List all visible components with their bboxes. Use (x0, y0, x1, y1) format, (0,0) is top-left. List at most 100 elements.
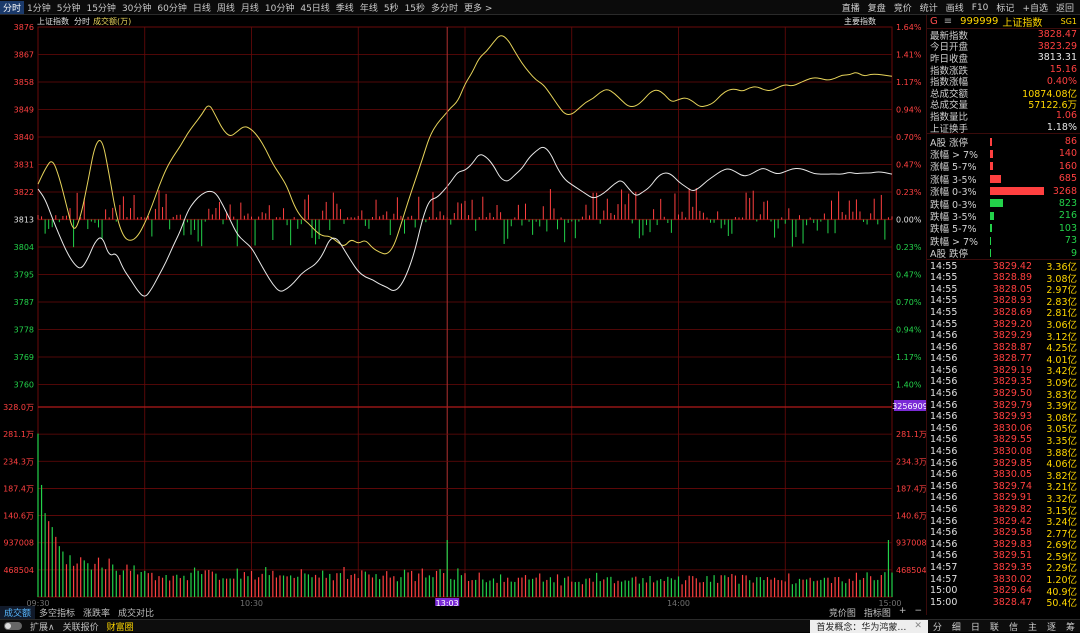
status-item-1[interactable]: 关联报价 (59, 620, 103, 633)
quick-nav-0[interactable]: 分 (928, 620, 947, 633)
expand-toggle[interactable] (4, 622, 22, 630)
tab-period-6[interactable]: 日线 (190, 1, 214, 14)
price-tick-label: 3867 (14, 51, 34, 60)
quick-nav-7[interactable]: 筹 (1061, 620, 1080, 633)
tick-price: 3829.29 (992, 330, 1032, 342)
tab-period-8[interactable]: 月线 (238, 1, 262, 14)
time-cursor-label: 13:03 (436, 599, 459, 606)
tick-price: 3828.77 (992, 353, 1032, 365)
breadth-count: 140 (1058, 148, 1077, 160)
intraday-chart[interactable]: 上证指数 分时 成交额(万) 主要指数 3876 1.64% 3867 1.41% 3858 1.… (0, 15, 926, 606)
tab-period-7[interactable]: 周线 (214, 1, 238, 14)
stat-row: 上证换手 1.18% (927, 122, 1080, 135)
tab-period-2[interactable]: 5分钟 (54, 1, 84, 14)
toolbar-btn-3[interactable]: 统计 (916, 1, 942, 14)
tab-period-5[interactable]: 60分钟 (154, 1, 189, 14)
chart-mode-btn-1[interactable]: 指标图 (860, 606, 895, 619)
quick-nav-5[interactable]: 主 (1023, 620, 1042, 633)
tab-period-11[interactable]: 季线 (333, 1, 357, 14)
breadth-bar-box (986, 187, 1045, 196)
indicator-tab-2[interactable]: 涨跌率 (79, 606, 114, 619)
tick-price: 3829.93 (992, 411, 1032, 423)
status-item-2[interactable]: 财富圈 (103, 620, 138, 633)
tab-period-9[interactable]: 10分钟 (262, 1, 297, 14)
volume-tick-label-right: 281.1万 (896, 430, 926, 439)
pct-tick-label: 0.94% (896, 326, 922, 335)
breadth-row: A股 涨停 86 (927, 135, 1080, 149)
toolbar-btn-4[interactable]: 画线 (942, 1, 968, 14)
tick-price: 3829.82 (992, 504, 1032, 516)
tick-price: 3828.89 (992, 272, 1032, 284)
volume-tick-label: 234.3万 (3, 457, 34, 466)
tick-time: 14:56 (930, 515, 958, 527)
tab-period-15[interactable]: 多分时 (428, 1, 461, 14)
volume-tick-label: 281.1万 (3, 430, 34, 439)
tick-price: 3829.79 (992, 399, 1032, 411)
breadth-row: A股 跌停 9 (927, 247, 1080, 261)
tab-period-14[interactable]: 15秒 (402, 1, 428, 14)
pct-tick-label: 1.17% (896, 353, 922, 362)
price-tick-label: 3769 (14, 353, 34, 362)
price-tick-label: 3876 (14, 23, 34, 32)
tick-price: 3829.19 (992, 364, 1032, 376)
pct-tick-label: 1.64% (896, 23, 922, 32)
toolbar-btn-2[interactable]: 竞价 (890, 1, 916, 14)
breadth-count: 823 (1058, 197, 1077, 209)
volume-tick-label-right: 468504 (896, 566, 926, 575)
breadth-bar (990, 224, 992, 233)
status-bar: 扩展∧ 关联报价 财富圈 首发概念：华为鸿蒙… ✕ 分细日联信主逐筹 (0, 619, 1080, 633)
quick-nav-6[interactable]: 逐 (1042, 620, 1061, 633)
toolbar-btn-7[interactable]: +自选 (1018, 1, 1052, 14)
toolbar-btn-6[interactable]: 标记 (992, 1, 1018, 14)
indicator-tab-1[interactable]: 多空指标 (35, 606, 79, 619)
ad-text: 首发概念：华为鸿蒙… (816, 622, 907, 633)
quick-nav-2[interactable]: 日 (966, 620, 985, 633)
tab-period-1[interactable]: 1分钟 (24, 1, 54, 14)
tab-period-10[interactable]: 45日线 (297, 1, 332, 14)
breadth-count: 3268 (1052, 185, 1077, 197)
stat-value: 1.06 (1055, 110, 1077, 122)
chart-mode-btn-3[interactable]: − (910, 606, 926, 619)
index-stats: 最新指数 3828.47 今日开盘 3823.29 昨日收盘 3813.31 指数涨跌 15.… (927, 29, 1080, 135)
price-tick-label: 3822 (14, 188, 34, 197)
tab-period-13[interactable]: 5秒 (381, 1, 402, 14)
menu-icon[interactable]: ≡ (944, 16, 952, 27)
tick-price: 3830.02 (992, 573, 1032, 585)
tick-time: 14:56 (930, 538, 958, 550)
stat-value: 3828.47 (1037, 29, 1077, 41)
quick-nav-4[interactable]: 信 (1004, 620, 1023, 633)
tick-time: 14:56 (930, 422, 958, 434)
tick-list[interactable]: 14:55 3829.42 3.36亿 14:55 3828.89 3.08亿 14:55 3… (927, 259, 1080, 610)
pct-tick-label: 1.40% (896, 381, 922, 390)
breadth-bar (990, 162, 993, 171)
chart-mode-btn-0[interactable]: 竞价图 (825, 606, 860, 619)
toolbar-btn-8[interactable]: 返回 (1052, 1, 1078, 14)
breadth-bar-box (986, 224, 1045, 233)
quick-nav-1[interactable]: 细 (947, 620, 966, 633)
tick-price: 3828.87 (992, 341, 1032, 353)
toolbar-btn-0[interactable]: 直播 (838, 1, 864, 14)
indicator-tab-0[interactable]: 成交额 (0, 606, 36, 619)
toolbar-btn-5[interactable]: F10 (968, 3, 993, 13)
tab-period-3[interactable]: 15分钟 (83, 1, 118, 14)
tick-row[interactable]: 15:00 3828.47 50.4亿 (927, 596, 1080, 610)
tick-time: 14:55 (930, 260, 958, 272)
chart-mode-btn-2[interactable]: + (895, 606, 911, 619)
volume-tick-label: 937008 (3, 539, 34, 548)
tick-time: 14:56 (930, 376, 958, 388)
tab-period-0[interactable]: 分时 (0, 0, 25, 14)
tick-time: 14:55 (930, 295, 958, 307)
indicator-tab-3[interactable]: 成交对比 (114, 606, 158, 619)
status-item-0[interactable]: 扩展∧ (26, 620, 59, 633)
tab-period-12[interactable]: 年线 (357, 1, 381, 14)
tab-period-16[interactable]: 更多 > (461, 1, 495, 14)
tick-price: 3829.35 (992, 376, 1032, 388)
ad-banner[interactable]: 首发概念：华为鸿蒙… ✕ (810, 619, 928, 633)
tab-period-4[interactable]: 30分钟 (119, 1, 154, 14)
tick-price: 3829.91 (992, 492, 1032, 504)
breadth-count: 160 (1058, 160, 1077, 172)
close-icon[interactable]: ✕ (914, 621, 922, 631)
toolbar-btn-1[interactable]: 复盘 (864, 1, 890, 14)
tick-time: 14:56 (930, 399, 958, 411)
quick-nav-3[interactable]: 联 (985, 620, 1004, 633)
